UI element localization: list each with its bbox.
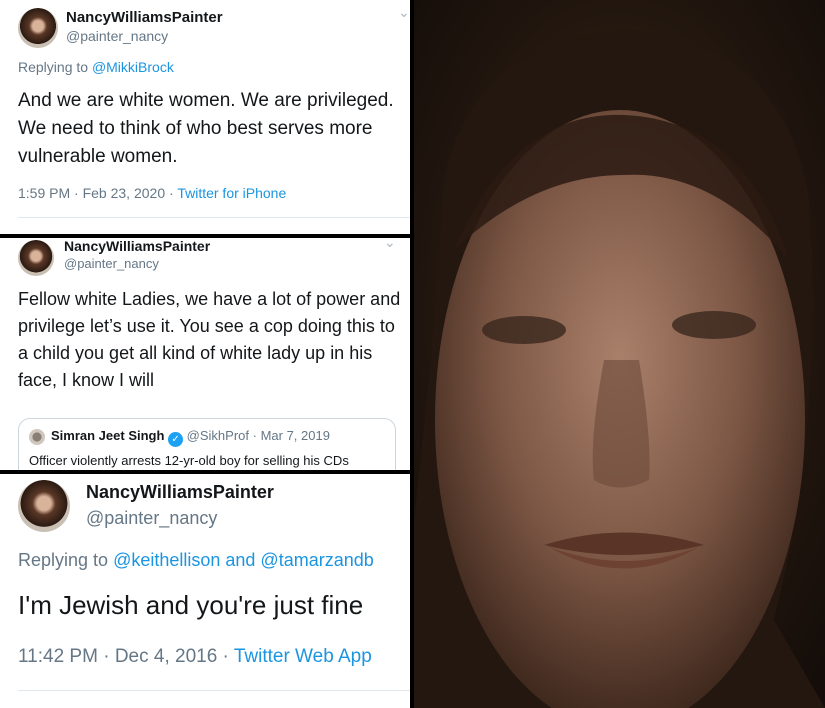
tweet-text: And we are white women. We are privilege… <box>18 90 394 167</box>
tweet-source[interactable]: Twitter Web App <box>234 646 372 667</box>
tweet-time[interactable]: 1:59 PM <box>18 185 70 201</box>
chevron-down-icon[interactable]: ⌄ <box>384 238 396 251</box>
replying-to-label: Replying to <box>18 550 114 570</box>
tweet-card-2: NancyWilliamsPainter @painter_nancy ⌄ Fe… <box>0 238 410 470</box>
avatar[interactable] <box>18 8 58 48</box>
user-handle[interactable]: @painter_nancy <box>64 256 159 271</box>
quoted-avatar <box>29 429 45 445</box>
tweet-card-3: NancyWilliamsPainter @painter_nancy Repl… <box>0 474 410 708</box>
display-name[interactable]: NancyWilliamsPainter <box>86 482 274 503</box>
mention-link[interactable]: @MikkiBrock <box>92 59 174 75</box>
mention-links[interactable]: @keithellison and @tamarzandb <box>113 550 374 570</box>
tweet-date[interactable]: Dec 4, 2016 <box>115 646 217 667</box>
quoted-tweet[interactable]: Simran Jeet Singh ✓ @SikhProf · Mar 7, 2… <box>18 418 396 470</box>
replying-to: Replying to @MikkiBrock <box>18 59 174 75</box>
quoted-name: Simran Jeet Singh <box>51 428 165 443</box>
tweet-time[interactable]: 11:42 PM <box>18 646 98 667</box>
portrait-photo <box>414 0 825 708</box>
tweet-date[interactable]: Feb 23, 2020 <box>83 185 166 201</box>
quoted-header: Simran Jeet Singh ✓ @SikhProf · Mar 7, 2… <box>51 428 330 447</box>
divider <box>18 217 410 218</box>
tweet-meta: 11:42 PM · Dec 4, 2016 · Twitter Web App <box>18 646 372 667</box>
quoted-handle: @SikhProf <box>186 428 249 443</box>
tweet-card-1: NancyWilliamsPainter @painter_nancy ⌄ Re… <box>0 0 410 234</box>
quoted-text: Officer violently arrests 12-yr-old boy … <box>29 453 349 468</box>
display-name[interactable]: NancyWilliamsPainter <box>64 238 210 254</box>
quoted-date: Mar 7, 2019 <box>260 428 330 443</box>
divider <box>18 690 410 691</box>
avatar[interactable] <box>18 480 70 532</box>
portrait-illustration <box>414 0 825 708</box>
display-name[interactable]: NancyWilliamsPainter <box>66 9 223 26</box>
tweet-text: Fellow white Ladies, we have a lot of po… <box>18 289 401 390</box>
tweet-text: I'm Jewish and you're just fine <box>18 590 364 620</box>
replying-to: Replying to @keithellison and @tamarzand… <box>18 550 374 571</box>
chevron-down-icon[interactable]: ⌄ <box>398 4 410 21</box>
user-handle[interactable]: @painter_nancy <box>86 508 217 529</box>
user-handle[interactable]: @painter_nancy <box>66 28 168 44</box>
tweet-meta: 1:59 PM · Feb 23, 2020 · Twitter for iPh… <box>18 185 287 201</box>
verified-badge-icon: ✓ <box>168 432 184 447</box>
avatar[interactable] <box>18 240 54 276</box>
replying-to-label: Replying to <box>18 59 92 75</box>
tweet-source[interactable]: Twitter for iPhone <box>177 185 286 201</box>
